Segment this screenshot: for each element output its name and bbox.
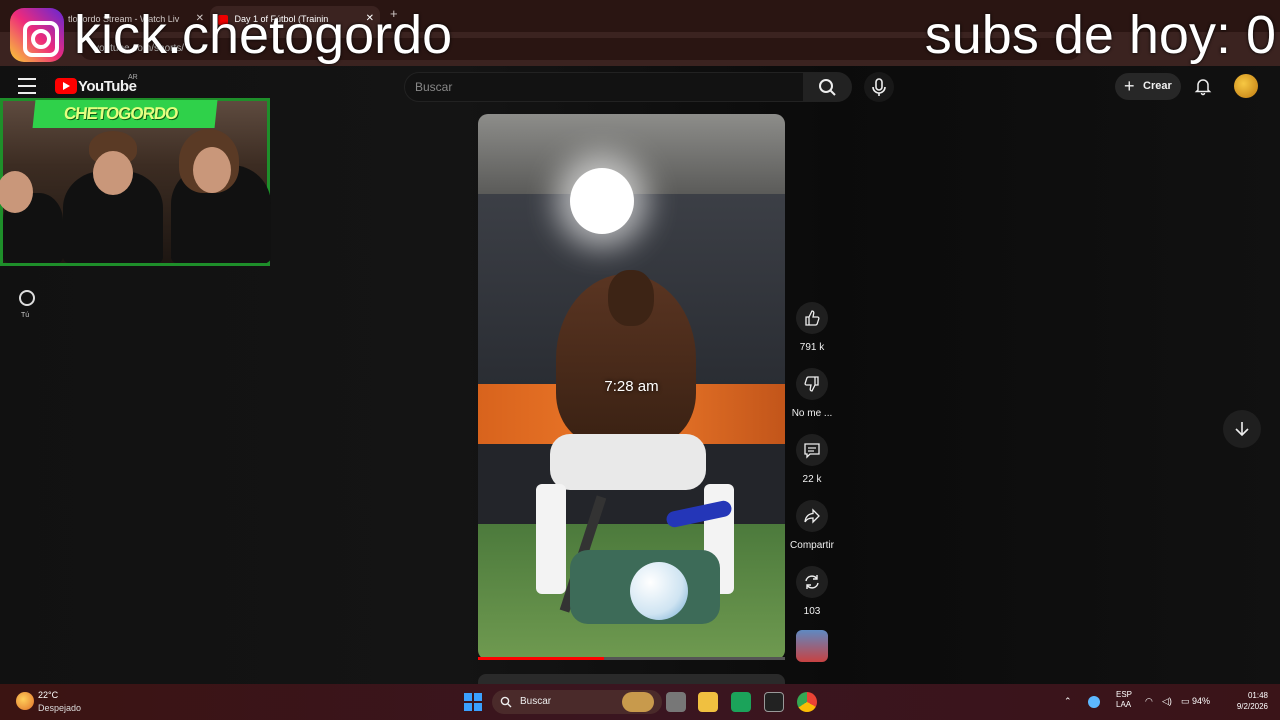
- clock-time: 01:48: [1247, 691, 1268, 700]
- dislike-button[interactable]: No me ...: [782, 368, 842, 419]
- region-code: AR: [128, 74, 138, 81]
- share-button[interactable]: Compartir: [782, 500, 842, 551]
- search-icon: [819, 79, 836, 96]
- instagram-handle-overlay: kick.chetogordo: [74, 5, 453, 65]
- video-athlete-shorts: [550, 434, 706, 490]
- keyboard-language[interactable]: ESP LAA: [1116, 690, 1132, 710]
- subs-counter-overlay: subs de hoy: 0: [924, 5, 1276, 65]
- video-ceiling: [478, 114, 785, 194]
- streamer-name-banner: CHETOGORDO: [32, 100, 218, 128]
- weather-description[interactable]: Despejado: [38, 703, 81, 713]
- comment-icon: [804, 443, 820, 459]
- person-face: [193, 147, 231, 193]
- system-clock[interactable]: 01:48 9/2/2026: [1224, 690, 1268, 712]
- clock-date: 9/2/2026: [1236, 702, 1268, 711]
- comments-button[interactable]: 22 k: [782, 434, 842, 485]
- share-arrow-icon: [804, 508, 820, 524]
- video-progress-bar[interactable]: [478, 657, 785, 660]
- youtube-logo-icon[interactable]: [55, 78, 77, 94]
- remix-button[interactable]: 103: [782, 566, 842, 617]
- chrome-icon[interactable]: [797, 692, 817, 712]
- video-sock-left: [536, 484, 566, 594]
- remix-icon: [805, 575, 819, 589]
- microphone-icon: [872, 78, 886, 96]
- comments-count: 22 k: [802, 474, 822, 485]
- app-icon[interactable]: [764, 692, 784, 712]
- next-short-preview[interactable]: [478, 674, 785, 684]
- account-avatar[interactable]: [1234, 74, 1258, 98]
- create-button[interactable]: + Crear: [1115, 73, 1181, 100]
- battery-percent: 94%: [1192, 696, 1211, 706]
- screen: tlogordo Stream - Watch Liv ✕ Day 1 of F…: [0, 0, 1280, 720]
- voice-search-button[interactable]: [864, 72, 894, 102]
- layout-code: LAA: [1116, 700, 1132, 709]
- search-button[interactable]: [804, 72, 852, 102]
- search-icon: [500, 696, 512, 708]
- windows-start-icon[interactable]: [464, 693, 482, 711]
- volume-icon[interactable]: ◁): [1162, 696, 1172, 707]
- weather-icon[interactable]: [16, 692, 34, 710]
- bell-icon: [1194, 79, 1212, 96]
- weather-temperature[interactable]: 22°C: [38, 690, 58, 700]
- notifications-button[interactable]: [1193, 76, 1213, 96]
- video-athlete-head: [608, 270, 654, 326]
- chevron-up-icon[interactable]: ⌃: [1064, 696, 1072, 707]
- you-label[interactable]: Tú: [21, 312, 29, 319]
- thumbs-up-icon: [805, 310, 820, 326]
- video-ceiling-light: [570, 168, 634, 234]
- person-face: [93, 151, 133, 195]
- short-video-player[interactable]: 7:28 am: [478, 114, 785, 660]
- instagram-icon: [10, 8, 64, 62]
- create-label: Crear: [1143, 80, 1172, 92]
- arrow-down-icon: [1235, 422, 1249, 437]
- battery-icon: ▭: [1181, 696, 1190, 706]
- hamburger-menu-icon[interactable]: [18, 78, 36, 94]
- onedrive-icon[interactable]: [1088, 696, 1100, 708]
- dislike-label: No me ...: [791, 408, 833, 419]
- audio-source-thumbnail[interactable]: [796, 630, 828, 662]
- you-icon[interactable]: [19, 290, 35, 306]
- plus-icon: +: [1124, 76, 1135, 96]
- wifi-icon[interactable]: ◠: [1145, 696, 1153, 707]
- video-time-caption: 7:28 am: [604, 378, 659, 395]
- remix-count: 103: [803, 606, 821, 617]
- taskbar-search-label: Buscar: [520, 696, 552, 707]
- next-short-button[interactable]: [1223, 410, 1261, 448]
- store-icon[interactable]: [731, 692, 751, 712]
- task-view-icon[interactable]: [666, 692, 686, 712]
- battery-indicator[interactable]: ▭ 94%: [1181, 696, 1210, 707]
- like-count: 791 k: [799, 342, 825, 353]
- file-explorer-icon[interactable]: [698, 692, 718, 712]
- thumbs-down-icon: [804, 376, 819, 392]
- search-input[interactable]: Buscar: [404, 72, 804, 102]
- search-highlight-icon[interactable]: [622, 692, 654, 712]
- video-football: [630, 562, 688, 620]
- share-label: Compartir: [790, 540, 834, 551]
- language-code: ESP: [1116, 690, 1133, 699]
- video-progress-fill: [478, 657, 604, 660]
- like-button[interactable]: 791 k: [782, 302, 842, 353]
